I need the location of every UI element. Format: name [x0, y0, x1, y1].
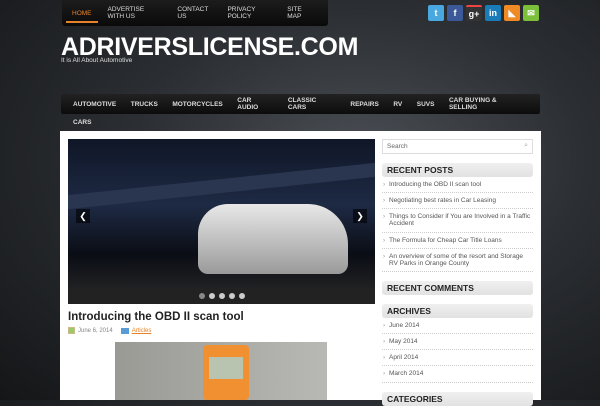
search-icon[interactable]: ⌕	[524, 142, 528, 150]
rss-icon[interactable]: ◣	[504, 5, 520, 21]
nav-motorcycles[interactable]: MOTORCYCLES	[172, 101, 222, 108]
top-nav-advertise[interactable]: ADVERTISE WITH US	[108, 6, 162, 20]
categories-heading: CATEGORIES	[382, 391, 533, 406]
archives-heading: ARCHIVES	[382, 303, 533, 318]
site-tagline: It is All About Automotive	[61, 57, 133, 64]
nav-rv[interactable]: RV	[393, 101, 402, 108]
top-nav-sitemap[interactable]: SITE MAP	[287, 6, 312, 20]
email-icon[interactable]: ✉	[523, 5, 539, 21]
nav-suvs[interactable]: SUVS	[417, 101, 435, 108]
post-category-link[interactable]: Articles	[132, 328, 152, 334]
nav-classic-cars[interactable]: CLASSIC CARS	[288, 97, 336, 111]
linkedin-icon[interactable]: in	[485, 5, 501, 21]
recent-post-link[interactable]: An overview of some of the resort and St…	[382, 249, 533, 272]
slider-dot[interactable]	[208, 293, 215, 299]
nav-automotive[interactable]: AUTOMOTIVE	[73, 101, 116, 108]
top-nav: HOME ADVERTISE WITH US CONTACT US PRIVAC…	[62, 0, 328, 26]
slide-car-image	[198, 204, 348, 274]
top-nav-privacy[interactable]: PRIVACY POLICY	[227, 6, 271, 20]
recent-post-link[interactable]: Negotiating best rates in Car Leasing	[382, 193, 533, 210]
nav-car-audio[interactable]: CAR AUDIO	[237, 97, 273, 111]
slider-dot[interactable]	[218, 293, 225, 299]
archive-link[interactable]: May 2014	[382, 334, 533, 351]
recent-posts-heading: RECENT POSTS	[382, 163, 533, 177]
slider-prev-button[interactable]: ❮	[76, 209, 90, 223]
scanner-screen	[209, 357, 243, 379]
recent-post-link[interactable]: The Formula for Cheap Car Title Loans	[382, 233, 533, 249]
nav-cars[interactable]: CARS	[73, 119, 91, 126]
nav-repairs[interactable]: REPAIRS	[350, 101, 378, 108]
calendar-icon	[68, 327, 75, 334]
content-area: ❮ ❯ Introducing the OBD II scan tool Jun…	[60, 131, 541, 406]
search-input[interactable]: Search ⌕	[382, 139, 533, 154]
slider-dot[interactable]	[228, 293, 235, 299]
slider-pagination	[68, 288, 375, 304]
archive-link[interactable]: April 2014	[382, 350, 533, 367]
search-placeholder: Search	[387, 143, 408, 150]
recent-comments-heading: RECENT COMMENTS	[382, 280, 533, 295]
slide-bridge	[68, 162, 375, 210]
recent-post-link[interactable]: Introducing the OBD II scan tool	[382, 177, 533, 194]
nav-trucks[interactable]: TRUCKS	[131, 101, 158, 108]
obd-scanner-image	[203, 345, 249, 400]
folder-icon	[120, 327, 129, 334]
post-meta: June 6, 2014 Articles	[68, 327, 151, 334]
post-date: June 6, 2014	[78, 327, 113, 334]
archive-link[interactable]: March 2014	[382, 366, 533, 383]
recent-post-link[interactable]: Things to Consider if You are Involved i…	[382, 209, 533, 233]
slider-dot[interactable]	[198, 293, 205, 299]
image-slider[interactable]: ❮ ❯	[68, 139, 375, 304]
social-icons: t f g+ in ◣ ✉	[428, 5, 539, 21]
top-nav-contact[interactable]: CONTACT US	[177, 6, 211, 20]
twitter-icon[interactable]: t	[428, 5, 444, 21]
slider-dot[interactable]	[238, 293, 245, 299]
main-nav: AUTOMOTIVE TRUCKS MOTORCYCLES CAR AUDIO …	[61, 94, 540, 114]
slider-next-button[interactable]: ❯	[353, 209, 367, 223]
archive-link[interactable]: June 2014	[382, 318, 533, 335]
sidebar: Search ⌕ RECENT POSTS Introducing the OBD…	[382, 139, 533, 406]
post-image	[115, 342, 327, 400]
facebook-icon[interactable]: f	[447, 5, 463, 21]
top-nav-home[interactable]: HOME	[66, 10, 97, 23]
post-title[interactable]: Introducing the OBD II scan tool	[68, 311, 244, 323]
google-plus-icon[interactable]: g+	[466, 5, 482, 21]
nav-car-buying[interactable]: CAR BUYING & SELLING	[449, 97, 526, 111]
